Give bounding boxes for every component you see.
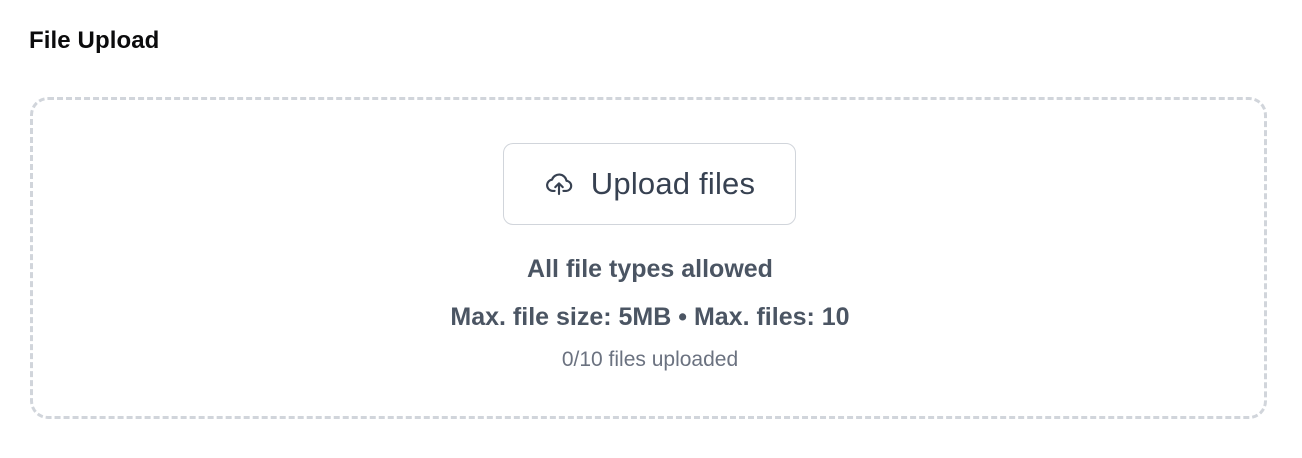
upload-status-text: 0/10 files uploaded bbox=[561, 348, 739, 371]
upload-limits-text: Max. file size: 5MB • Max. files: 10 bbox=[450, 303, 850, 331]
page-title: File Upload bbox=[29, 27, 160, 54]
upload-files-label: Upload files bbox=[590, 166, 756, 201]
allowed-file-types-text: All file types allowed bbox=[527, 255, 773, 283]
cloud-upload-icon bbox=[544, 169, 574, 199]
upload-files-button[interactable]: Upload files bbox=[503, 143, 796, 225]
